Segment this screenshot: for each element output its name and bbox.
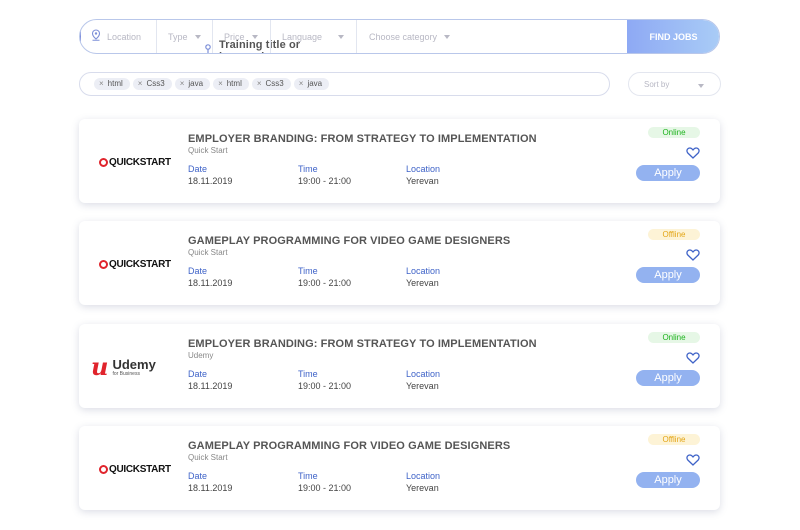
apply-button[interactable]: Apply [636, 472, 700, 488]
company-logo: QUICKSTART [99, 152, 171, 172]
price-dropdown-label: Price [224, 31, 245, 42]
tag-chip[interactable]: × java [293, 78, 330, 90]
status-badge: Offline [648, 434, 700, 445]
location-placeholder: Location [107, 31, 142, 42]
quickstart-logo: QUICKSTART [99, 157, 171, 168]
time-label: Time [298, 164, 318, 174]
quickstart-logo: QUICKSTART [99, 464, 171, 475]
event-title[interactable]: EMPLOYER BRANDING: FROM STRATEGY TO IMPL… [188, 133, 537, 145]
apply-button[interactable]: Apply [636, 267, 700, 283]
search-bar: Training title or keywords Location Type… [79, 19, 720, 54]
company-name: Quick Start [188, 248, 228, 257]
tags-bar: × html × Css3 × java × html × Css3 × java [79, 72, 610, 96]
remove-tag-icon[interactable]: × [138, 78, 143, 90]
heart-icon[interactable] [686, 454, 700, 466]
chevron-down-icon [698, 84, 704, 88]
tag-label: html [226, 79, 242, 88]
tag-chip[interactable]: × html [94, 78, 130, 90]
date-label: Date [188, 164, 208, 174]
company-name: Quick Start [188, 146, 228, 155]
tag-chip[interactable]: × html [213, 78, 249, 90]
company-logo: u Udemy for Business [91, 352, 161, 381]
tag-label: java [188, 79, 204, 88]
date-value: 18.11.2019 [188, 176, 233, 186]
location-label: Location [406, 471, 441, 481]
tag-label: Css3 [265, 79, 284, 88]
tag-label: Css3 [146, 79, 165, 88]
heart-icon[interactable] [686, 352, 700, 364]
chevron-down-icon [194, 34, 201, 39]
event-title[interactable]: GAMEPLAY PROGRAMMING FOR VIDEO GAME DESI… [188, 440, 510, 452]
company-name: Quick Start [188, 453, 228, 462]
category-dropdown-label: Choose category [369, 31, 438, 42]
time-value: 19:00 - 21:00 [298, 381, 352, 391]
event-title[interactable]: EMPLOYER BRANDING: FROM STRATEGY TO IMPL… [188, 338, 537, 350]
time-value: 19:00 - 21:00 [298, 278, 352, 288]
date-label: Date [188, 471, 208, 481]
location-pin-icon [91, 29, 101, 44]
time-label: Time [298, 266, 318, 276]
company-logo: QUICKSTART [99, 459, 171, 479]
apply-button[interactable]: Apply [636, 370, 700, 386]
chevron-down-icon [444, 34, 451, 39]
date-label: Date [188, 369, 208, 379]
heart-icon[interactable] [686, 147, 700, 159]
event-card[interactable]: QUICKSTART GAMEPLAY PROGRAMMING FOR VIDE… [79, 426, 720, 510]
status-badge: Offline [648, 229, 700, 240]
time-value: 19:00 - 21:00 [298, 483, 352, 493]
event-card[interactable]: u Udemy for Business EMPLOYER BRANDING: F… [79, 324, 720, 408]
remove-tag-icon[interactable]: × [180, 78, 185, 90]
heart-icon[interactable] [686, 249, 700, 261]
apply-button[interactable]: Apply [636, 165, 700, 181]
quickstart-logo: QUICKSTART [99, 259, 171, 270]
tag-chip[interactable]: × java [174, 78, 211, 90]
tag-label: html [107, 79, 123, 88]
language-dropdown[interactable]: Language [270, 20, 356, 53]
tag-chip[interactable]: × Css3 [251, 78, 291, 90]
category-dropdown[interactable]: Choose category [356, 20, 466, 53]
remove-tag-icon[interactable]: × [218, 78, 223, 90]
event-title[interactable]: GAMEPLAY PROGRAMMING FOR VIDEO GAME DESI… [188, 235, 510, 247]
chevron-down-icon [251, 34, 258, 39]
date-value: 18.11.2019 [188, 483, 233, 493]
chevron-down-icon [338, 34, 345, 39]
event-card[interactable]: QUICKSTART EMPLOYER BRANDING: FROM STRAT… [79, 119, 720, 203]
type-dropdown[interactable]: Type [156, 20, 212, 53]
price-dropdown[interactable]: Price [212, 20, 270, 53]
event-card[interactable]: QUICKSTART GAMEPLAY PROGRAMMING FOR VIDE… [79, 221, 720, 305]
company-logo: QUICKSTART [99, 254, 171, 274]
sort-by-label: Sort by [644, 79, 670, 89]
location-input[interactable]: Location [80, 20, 156, 53]
time-value: 19:00 - 21:00 [298, 176, 352, 186]
company-name: Udemy [188, 351, 214, 360]
type-dropdown-label: Type [168, 31, 188, 42]
date-value: 18.11.2019 [188, 278, 233, 288]
location-label: Location [406, 164, 441, 174]
location-value: Yerevan [406, 278, 439, 288]
location-label: Location [406, 369, 441, 379]
sort-by-dropdown[interactable]: Sort by [628, 72, 721, 96]
remove-tag-icon[interactable]: × [299, 78, 304, 90]
tag-label: java [307, 79, 323, 88]
date-value: 18.11.2019 [188, 381, 233, 391]
location-value: Yerevan [406, 381, 439, 391]
remove-tag-icon[interactable]: × [257, 78, 262, 90]
location-value: Yerevan [406, 483, 439, 493]
status-badge: Online [648, 332, 700, 343]
location-label: Location [406, 266, 441, 276]
udemy-logo: u Udemy for Business [91, 352, 156, 381]
time-label: Time [298, 369, 318, 379]
find-jobs-button[interactable]: FIND JOBS [627, 20, 719, 53]
status-badge: Online [648, 127, 700, 138]
date-label: Date [188, 266, 208, 276]
language-dropdown-label: Language [282, 31, 323, 42]
tag-chip[interactable]: × Css3 [132, 78, 172, 90]
location-value: Yerevan [406, 176, 439, 186]
time-label: Time [298, 471, 318, 481]
remove-tag-icon[interactable]: × [99, 78, 104, 90]
